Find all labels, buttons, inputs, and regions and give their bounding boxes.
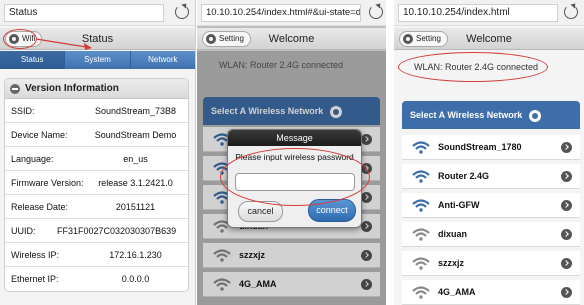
row-label: Language: <box>11 154 54 164</box>
annotation-circle <box>3 29 37 49</box>
network-list-title: Select A Wireless Network <box>410 110 523 120</box>
network-list-item[interactable]: Anti-GFW <box>402 193 580 218</box>
version-info-header[interactable]: Version Information <box>5 79 188 99</box>
gear-icon <box>403 34 413 44</box>
reload-icon[interactable] <box>369 5 383 19</box>
setting-button[interactable]: Setting <box>202 31 251 47</box>
chevron-right-icon[interactable] <box>561 258 572 269</box>
info-row-firmware: Firmware Version: release 3.1.2421.0 <box>5 171 188 195</box>
row-label: UUID: <box>11 226 36 236</box>
tab-system[interactable]: System <box>65 51 131 69</box>
row-label: Device Name: <box>11 130 68 140</box>
row-value: 20151121 <box>115 202 156 212</box>
setting-button-label: Setting <box>416 34 441 43</box>
info-row-wireless-ip: Wireless IP: 172.16.1.230 <box>5 243 188 267</box>
network-name: SoundStream_1780 <box>438 142 522 152</box>
row-label: Wireless IP: <box>11 250 60 260</box>
collapse-icon <box>10 84 20 94</box>
row-label: Release Date: <box>11 202 69 212</box>
annotation-ellipse <box>398 52 548 82</box>
info-row-ethernet-ip: Ethernet IP: 0.0.0.0 <box>5 267 188 291</box>
row-label: Firmware Version: <box>11 178 84 188</box>
network-list-item[interactable]: 4G_AMA <box>402 280 580 305</box>
row-value: FF31F0027C032030307B639 <box>57 226 177 236</box>
status-panel: Status Status Wifi Status System Network… <box>0 0 196 305</box>
gear-icon <box>206 34 216 44</box>
network-name: Anti-GFW <box>438 200 480 210</box>
chevron-right-icon[interactable] <box>561 200 572 211</box>
version-info-card: Version Information SSID: SoundStream_73B… <box>4 78 189 292</box>
annotation-arrow <box>35 38 92 50</box>
row-value: en_us <box>123 154 148 164</box>
info-row-release-date: Release Date: 20151121 <box>5 195 188 219</box>
setting-button[interactable]: Setting <box>399 31 448 47</box>
page-header: Welcome Setting <box>197 28 386 50</box>
info-row-ssid: SSID: SoundStream_73B8 <box>5 99 188 123</box>
network-name: 4G_AMA <box>438 287 476 297</box>
browser-address-bar: 10.10.10.254/index.html#&ui-state=di.. <box>197 0 386 26</box>
info-row-device-name: Device Name: SoundStream Demo <box>5 123 188 147</box>
url-field[interactable]: 10.10.10.254/index.html <box>398 4 558 22</box>
refresh-icon[interactable] <box>528 109 541 122</box>
page-header: Welcome Setting <box>394 28 584 50</box>
row-value: SoundStream Demo <box>94 130 177 140</box>
network-list-item[interactable]: szzxjz <box>402 251 580 276</box>
row-value: 172.16.1.230 <box>109 250 162 260</box>
network-name: dixuan <box>438 229 468 239</box>
network-name: szzxjz <box>438 258 465 268</box>
wifi-signal-icon <box>412 228 430 241</box>
info-row-language: Language: en_us <box>5 147 188 171</box>
url-field[interactable]: 10.10.10.254/index.html#&ui-state=di.. <box>201 4 361 22</box>
row-value: 0.0.0.0 <box>121 274 150 284</box>
network-list-header: Select A Wireless Network <box>402 101 580 129</box>
info-row-uuid: UUID: FF31F0027C032030307B639 <box>5 219 188 243</box>
wifi-signal-icon <box>412 199 430 212</box>
network-list-panel: 10.10.10.254/index.html Welcome Setting … <box>394 0 584 305</box>
row-label: SSID: <box>11 106 35 116</box>
reload-icon[interactable] <box>175 5 189 19</box>
setting-button-label: Setting <box>219 34 244 43</box>
section-title: Version Information <box>25 83 119 94</box>
chevron-right-icon[interactable] <box>561 171 572 182</box>
annotation-ellipse <box>220 148 370 206</box>
row-value: release 3.1.2421.0 <box>98 178 173 188</box>
tab-status[interactable]: Status <box>0 51 66 69</box>
password-dialog-panel: 10.10.10.254/index.html#&ui-state=di.. W… <box>197 0 390 305</box>
wifi-signal-icon <box>412 141 430 154</box>
chevron-right-icon[interactable] <box>561 287 572 298</box>
tab-bar: Status System Network <box>0 51 195 69</box>
browser-address-bar: 10.10.10.254/index.html <box>394 0 584 26</box>
network-list-item[interactable]: dixuan <box>402 222 580 247</box>
chevron-right-icon[interactable] <box>561 142 572 153</box>
dialog-title: Message <box>228 130 361 146</box>
network-list-item[interactable]: Router 2.4G <box>402 164 580 189</box>
row-value: SoundStream_73B8 <box>94 106 177 116</box>
wifi-signal-icon <box>412 170 430 183</box>
reload-icon[interactable] <box>564 5 578 19</box>
wifi-signal-icon <box>412 286 430 299</box>
network-name: Router 2.4G <box>438 171 490 181</box>
tab-network[interactable]: Network <box>131 51 195 69</box>
chevron-right-icon[interactable] <box>561 229 572 240</box>
row-label: Ethernet IP: <box>11 274 59 284</box>
network-list-item[interactable]: SoundStream_1780 <box>402 135 580 160</box>
url-field[interactable]: Status <box>4 4 164 22</box>
browser-address-bar: Status <box>0 0 195 26</box>
wifi-signal-icon <box>412 257 430 270</box>
